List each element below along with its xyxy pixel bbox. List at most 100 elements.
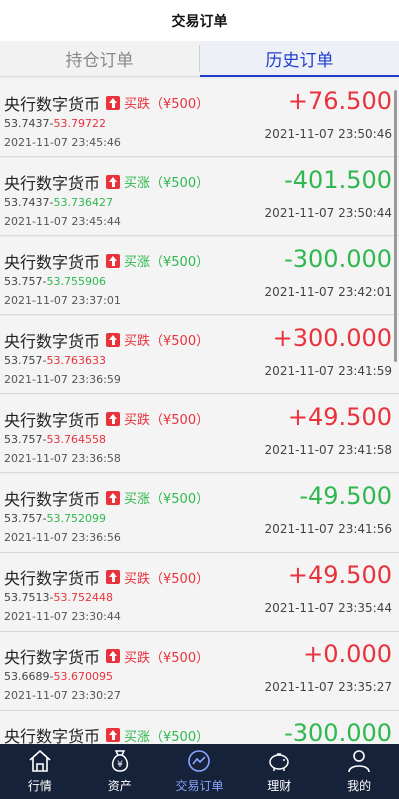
- order-name-line: 央行数字货币 买跌（¥500）: [4, 565, 209, 589]
- up-arrow-icon: [106, 411, 121, 426]
- open-price: 53.7437: [4, 195, 50, 209]
- up-arrow-icon: [106, 490, 121, 505]
- open-time: 2021-11-07 23:36:56: [4, 530, 121, 544]
- product-name: 央行数字货币: [4, 727, 101, 744]
- nav-item-1[interactable]: ¥ 资产: [80, 744, 160, 799]
- product-name: 央行数字货币: [4, 173, 101, 193]
- order-name-line: 央行数字货币 买涨（¥500）: [4, 486, 209, 510]
- nav-label: 交易订单: [175, 779, 224, 793]
- nav-item-3[interactable]: 理财: [239, 744, 319, 799]
- close-price: 53.752099: [46, 511, 106, 525]
- close-price: 53.670095: [53, 670, 113, 684]
- tab-label: 历史订单: [265, 51, 334, 71]
- nav-label: 我的: [347, 779, 372, 793]
- product-name: 央行数字货币: [4, 94, 101, 114]
- trade-direction: 买涨（¥500）: [124, 729, 210, 744]
- trade-direction: 买涨（¥500）: [124, 176, 210, 192]
- trade-direction: 买跌（¥500）: [124, 334, 210, 350]
- page-title: 交易订单: [171, 13, 228, 30]
- open-price: 53.7513: [4, 591, 50, 605]
- home-icon: [27, 748, 53, 774]
- open-price: 53.757: [4, 432, 43, 446]
- nav-item-4[interactable]: 我的: [319, 744, 399, 799]
- close-time: 2021-11-07 23:50:44: [264, 205, 392, 220]
- profit-amount: +49.500: [287, 561, 392, 590]
- money-bag-icon: ¥: [107, 748, 133, 774]
- up-arrow-icon: [106, 174, 121, 189]
- svg-text:¥: ¥: [117, 760, 123, 770]
- product-name: 央行数字货币: [4, 410, 101, 430]
- nav-label: 理财: [267, 779, 292, 793]
- price-range: 53.7437-53.736427: [4, 195, 113, 209]
- tab-history-orders[interactable]: 历史订单: [200, 41, 399, 77]
- open-time: 2021-11-07 23:36:58: [4, 451, 121, 465]
- open-time: 2021-11-07 23:30:44: [4, 610, 121, 624]
- close-time: 2021-11-07 23:35:44: [264, 601, 392, 616]
- order-row[interactable]: 央行数字货币 买涨（¥500） -300.000: [0, 711, 399, 744]
- price-range: 53.7513-53.752448: [4, 591, 113, 605]
- nav-item-2[interactable]: 交易订单: [160, 744, 240, 799]
- order-name-line: 央行数字货币 买跌（¥500）: [4, 91, 209, 115]
- order-row[interactable]: 央行数字货币 买涨（¥500） 53.7437-53.736427 2021-1…: [0, 157, 399, 237]
- close-price: 53.764558: [46, 432, 106, 446]
- trend-chart-icon: [186, 748, 212, 774]
- open-price: 53.7437: [4, 116, 50, 130]
- price-range: 53.7437-53.79722: [4, 116, 106, 130]
- profit-amount: +0.000: [303, 640, 392, 669]
- nav-label: 行情: [27, 779, 52, 793]
- order-row[interactable]: 央行数字货币 买跌（¥500） 53.6689-53.670095 2021-1…: [0, 632, 399, 711]
- close-time: 2021-11-07 23:50:46: [264, 126, 392, 141]
- order-row[interactable]: 央行数字货币 买跌（¥500） 53.7437-53.79722 2021-11…: [0, 78, 399, 158]
- order-row[interactable]: 央行数字货币 买跌（¥500） 53.757-53.763633 2021-11…: [0, 315, 399, 395]
- price-range: 53.757-53.752099: [4, 511, 106, 525]
- close-time: 2021-11-07 23:41:56: [264, 521, 392, 536]
- order-list[interactable]: 央行数字货币 买跌（¥500） 53.7437-53.79722 2021-11…: [0, 78, 399, 744]
- trade-direction: 买涨（¥500）: [124, 492, 210, 508]
- product-name: 央行数字货币: [4, 331, 101, 351]
- open-time: 2021-11-07 23:45:46: [4, 135, 121, 149]
- order-name-line: 央行数字货币 买涨（¥500）: [4, 249, 209, 273]
- profit-amount: -49.500: [299, 481, 392, 510]
- order-row[interactable]: 央行数字货币 买涨（¥500） 53.757-53.752099 2021-11…: [0, 473, 399, 553]
- open-time: 2021-11-07 23:37:01: [4, 293, 121, 307]
- nav-label: 资产: [107, 779, 132, 793]
- trade-direction: 买涨（¥500）: [124, 255, 210, 271]
- order-name-line: 央行数字货币 买涨（¥500）: [4, 170, 209, 194]
- close-time: 2021-11-07 23:41:58: [264, 442, 392, 457]
- order-name-line: 央行数字货币 买跌（¥500）: [4, 644, 209, 668]
- profit-amount: +76.500: [287, 86, 392, 115]
- close-price: 53.752448: [53, 591, 113, 605]
- product-name: 央行数字货币: [4, 252, 101, 272]
- profit-amount: -300.000: [284, 719, 392, 744]
- price-range: 53.757-53.755906: [4, 274, 106, 288]
- open-price: 53.757: [4, 274, 43, 288]
- product-name: 央行数字货币: [4, 489, 101, 509]
- close-time: 2021-11-07 23:41:59: [264, 363, 392, 378]
- profit-amount: +300.000: [272, 323, 392, 352]
- order-row[interactable]: 央行数字货币 买跌（¥500） 53.7513-53.752448 2021-1…: [0, 553, 399, 632]
- scrollbar[interactable]: [394, 90, 397, 362]
- trade-direction: 买跌（¥500）: [124, 97, 210, 112]
- up-arrow-icon: [106, 570, 121, 585]
- close-price: 53.755906: [46, 274, 106, 288]
- open-time: 2021-11-07 23:30:27: [4, 689, 121, 703]
- order-row[interactable]: 央行数字货币 买涨（¥500） 53.757-53.755906 2021-11…: [0, 236, 399, 316]
- nav-item-0[interactable]: 行情: [0, 744, 80, 799]
- price-range: 53.6689-53.670095: [4, 670, 113, 684]
- product-name: 央行数字货币: [4, 569, 101, 589]
- header: 交易订单: [0, 0, 399, 41]
- trade-direction: 买跌（¥500）: [124, 571, 210, 587]
- open-price: 53.757: [4, 511, 43, 525]
- profit-amount: +49.500: [287, 402, 392, 431]
- close-time: 2021-11-07 23:42:01: [264, 284, 392, 299]
- trade-direction: 买跌（¥500）: [124, 650, 210, 666]
- close-time: 2021-11-07 23:35:27: [264, 680, 392, 695]
- close-price: 53.79722: [53, 116, 106, 130]
- order-row[interactable]: 央行数字货币 买跌（¥500） 53.757-53.764558 2021-11…: [0, 394, 399, 474]
- up-arrow-icon: [106, 332, 121, 347]
- bottom-nav: 行情 ¥ 资产 交易订单 理财 我的: [0, 744, 399, 799]
- open-price: 53.757: [4, 353, 43, 367]
- profit-amount: -300.000: [284, 244, 392, 273]
- tab-open-positions[interactable]: 持仓订单: [0, 41, 199, 76]
- price-range: 53.757-53.764558: [4, 432, 106, 446]
